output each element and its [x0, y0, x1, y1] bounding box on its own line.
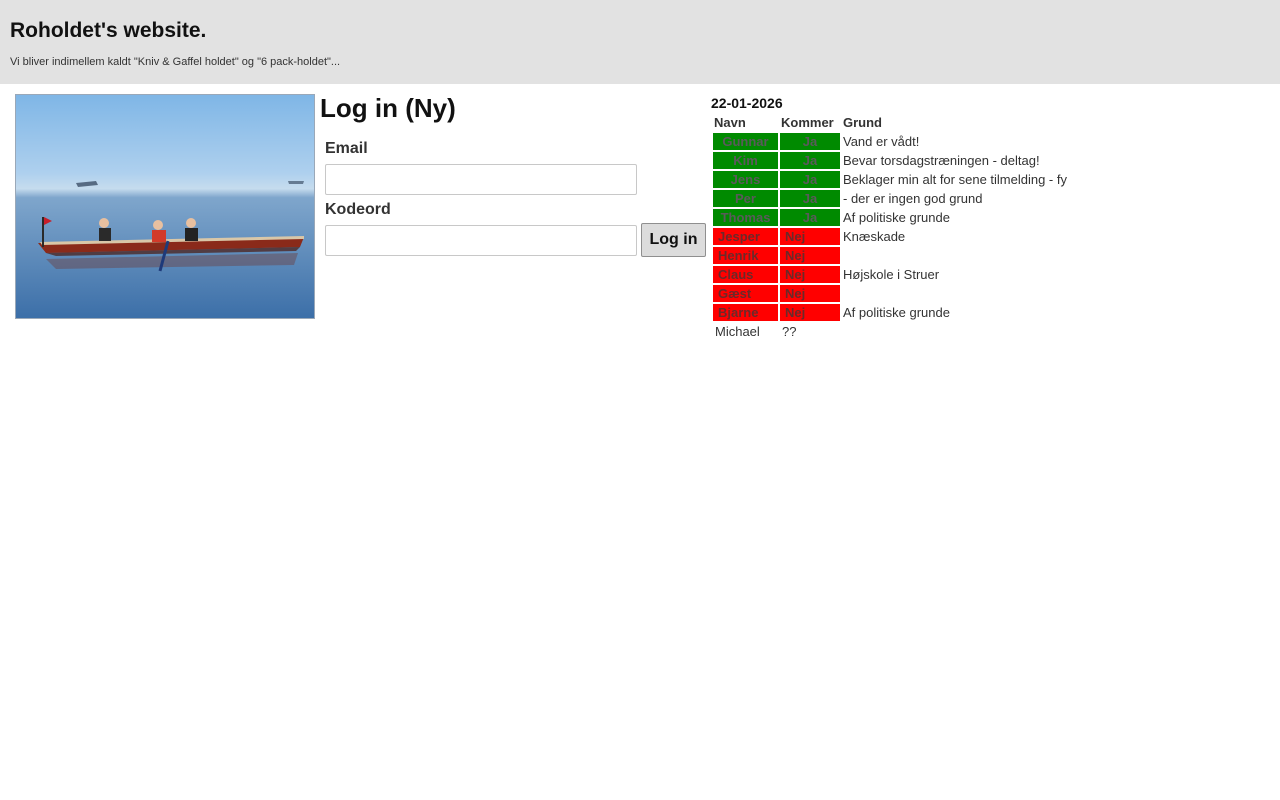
attendance-status: Nej	[780, 304, 840, 321]
attendance-row: Claus Nej Højskole i Struer	[713, 266, 1068, 283]
attendee-name: Per	[713, 190, 778, 207]
attendee-name: Jens	[713, 171, 778, 188]
attendance-status: Nej	[780, 285, 840, 302]
attendance-row: Jens Ja Beklager min alt for sene tilmeldi…	[713, 171, 1068, 188]
password-field[interactable]	[325, 225, 637, 256]
attendance-status: ??	[782, 324, 797, 339]
site-title: Roholdet's website.	[10, 19, 207, 42]
attendee-name: Claus	[713, 266, 778, 283]
attendance-reason	[842, 247, 1068, 264]
attendance-row: Kim Ja Bevar torsdagstræningen - deltag!	[713, 152, 1068, 169]
attendance-status: Ja	[780, 152, 840, 169]
attendance-row: Gunnar Ja Vand er vådt!	[713, 133, 1068, 150]
attendance-header-row: Navn Kommer Grund	[713, 114, 1068, 131]
login-button[interactable]: Log in	[641, 223, 706, 257]
attendance-status: Ja	[780, 209, 840, 226]
column-header-navn: Navn	[714, 115, 746, 130]
attendance-row: Thomas Ja Af politiske grunde	[713, 209, 1068, 226]
column-header-grund: Grund	[843, 115, 882, 130]
attendance-reason	[842, 323, 1068, 340]
attendance-status: Ja	[780, 190, 840, 207]
attendance-row: Bjarne Nej Af politiske grunde	[713, 304, 1068, 321]
team-photo	[15, 94, 315, 319]
attendee-name: Gunnar	[713, 133, 778, 150]
attendee-name: Thomas	[713, 209, 778, 226]
attendance-row: Henrik Nej	[713, 247, 1068, 264]
attendance-reason	[842, 285, 1068, 302]
attendance-reason: Beklager min alt for sene tilmelding - f…	[843, 172, 1067, 187]
attendee-name: Jesper	[713, 228, 778, 245]
attendance-date: 22-01-2026	[711, 95, 783, 111]
attendance-reason: Højskole i Struer	[843, 267, 940, 282]
attendee-name: Kim	[713, 152, 778, 169]
attendance-row: Jesper Nej Knæskade	[713, 228, 1068, 245]
attendance-status: Nej	[780, 247, 840, 264]
column-header-kommer: Kommer	[781, 115, 834, 130]
attendee-name: Henrik	[713, 247, 778, 264]
attendance-status: Ja	[780, 133, 840, 150]
password-label: Kodeord	[325, 201, 391, 218]
attendance-reason: Vand er vådt!	[843, 134, 920, 149]
attendance-reason: Knæskade	[843, 229, 906, 244]
attendee-name: Bjarne	[713, 304, 778, 321]
login-heading: Log in (Ny)	[320, 93, 456, 123]
site-subtitle: Vi bliver indimellem kaldt "Kniv & Gaffe…	[10, 56, 341, 68]
attendance-reason: Af politiske grunde	[843, 210, 950, 225]
attendee-name: Michael	[715, 324, 760, 339]
attendance-row: Per Ja - der er ingen god grund	[713, 190, 1068, 207]
attendee-name: Gæst	[713, 285, 778, 302]
attendance-row: Michael??	[713, 323, 1068, 340]
attendance-reason: Bevar torsdagstræningen - deltag!	[843, 153, 1040, 168]
email-field[interactable]	[325, 164, 637, 195]
attendance-status: Ja	[780, 171, 840, 188]
email-label: Email	[325, 140, 368, 157]
attendance-row: Gæst Nej	[713, 285, 1068, 302]
attendance-reason: Af politiske grunde	[843, 305, 950, 320]
attendance-table: Navn Kommer Grund Gunnar Ja Vand er vådt! K…	[711, 112, 1070, 342]
attendance-status: Nej	[780, 266, 840, 283]
attendance-status: Nej	[780, 228, 840, 245]
attendance-reason: - der er ingen god grund	[843, 191, 983, 206]
site-header: Roholdet's website. Vi bliver indimellem…	[0, 0, 1280, 84]
